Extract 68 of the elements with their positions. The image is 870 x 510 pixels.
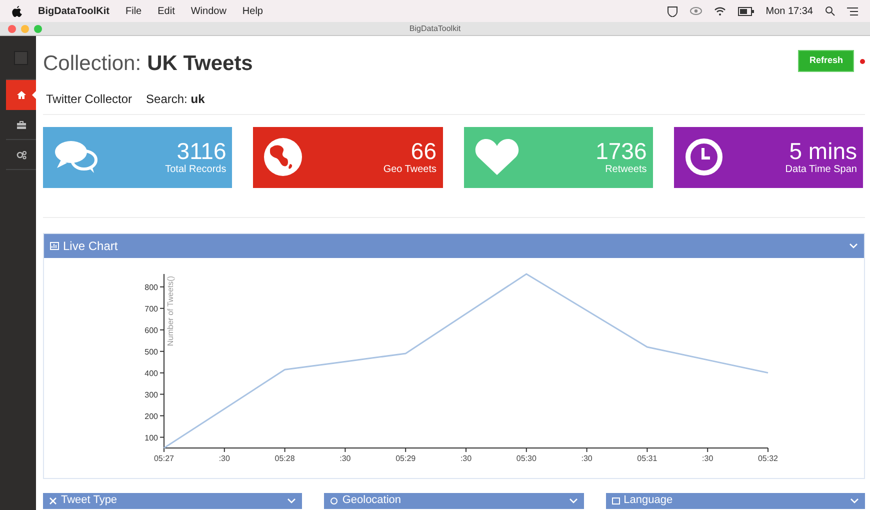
x-tick-label: :30 xyxy=(460,454,472,462)
panel-title: Language xyxy=(624,493,673,508)
heart-icon xyxy=(474,137,520,177)
y-tick-label: 700 xyxy=(144,304,158,313)
list-icon[interactable] xyxy=(847,6,858,16)
y-tick-label: 500 xyxy=(144,346,158,356)
menu-item[interactable]: Window xyxy=(190,4,226,18)
x-tick-label: 05:28 xyxy=(274,454,295,462)
apple-icon[interactable] xyxy=(12,6,22,16)
language-icon xyxy=(612,496,620,504)
stat-value: 3116 xyxy=(176,138,226,164)
chevron-icon[interactable] xyxy=(287,498,296,504)
globe-icon xyxy=(263,137,304,177)
y-tick-label: 800 xyxy=(144,282,158,292)
menu-item[interactable]: File xyxy=(125,4,142,18)
stat-label: Total Records xyxy=(165,164,226,176)
chevron-icon[interactable] xyxy=(850,498,859,504)
x-tick-label: :30 xyxy=(340,454,351,462)
chevron-icon[interactable] xyxy=(568,498,578,504)
collection-label: Collection: xyxy=(43,51,142,77)
close-icon[interactable] xyxy=(8,24,16,32)
panel-title: Geolocation xyxy=(342,493,402,508)
battery-icon[interactable] xyxy=(738,6,754,16)
y-tick-label: 600 xyxy=(144,325,158,334)
wifi-icon[interactable] xyxy=(714,6,726,16)
gears-icon xyxy=(16,150,26,160)
clock-icon xyxy=(684,137,724,177)
x-tick-label: 05:29 xyxy=(396,454,416,462)
y-tick-label: 200 xyxy=(144,411,158,420)
x-tick-label: :30 xyxy=(218,454,230,462)
y-tick-label: 400 xyxy=(144,368,158,378)
y-tick-label: 100 xyxy=(144,432,158,442)
tweet-type-icon xyxy=(49,496,57,504)
collector-name: Twitter Collector xyxy=(46,90,132,108)
search-term: Search: uk xyxy=(146,90,205,108)
stat-value: 1736 xyxy=(596,138,647,164)
panel-title: Live Chart xyxy=(63,238,118,254)
stat-label: Data Time Span xyxy=(785,164,857,176)
eye-icon[interactable] xyxy=(690,6,702,16)
chat-icon xyxy=(53,139,99,175)
search-icon[interactable] xyxy=(825,6,835,16)
stat-label: Retweets xyxy=(605,164,647,176)
geolocation-icon xyxy=(330,496,338,504)
menu-item[interactable]: Help xyxy=(242,4,263,18)
chart-icon xyxy=(50,242,59,250)
window-title: BigDataToolkit xyxy=(409,22,461,34)
y-tick-label: 300 xyxy=(144,390,158,399)
y-axis-title: Number of Tweets() xyxy=(166,276,175,346)
menu-clock[interactable]: Mon 17:34 xyxy=(766,4,813,18)
stat-value: 5 mins xyxy=(789,138,857,164)
stat-label: Geo Tweets xyxy=(383,164,436,176)
panel-title: Tweet Type xyxy=(61,493,118,508)
x-tick-label: :30 xyxy=(581,454,592,462)
app-name[interactable]: BigDataToolKit xyxy=(38,4,110,18)
x-tick-label: 05:31 xyxy=(637,454,658,462)
x-tick-label: 05:27 xyxy=(154,454,174,462)
sidebar-item[interactable] xyxy=(6,80,36,110)
x-tick-label: 05:32 xyxy=(758,454,778,462)
chevron-icon[interactable] xyxy=(849,242,858,248)
x-tick-label: 05:30 xyxy=(516,454,536,462)
home-icon xyxy=(16,90,26,100)
logo-icon xyxy=(14,50,28,64)
collection-title: UK Tweets xyxy=(147,51,253,77)
stat-value: 66 xyxy=(410,138,436,164)
x-tick-label: :30 xyxy=(702,454,714,462)
briefcase-icon xyxy=(16,120,26,130)
menu-item[interactable]: Edit xyxy=(158,4,175,18)
shield-icon[interactable] xyxy=(666,6,678,16)
